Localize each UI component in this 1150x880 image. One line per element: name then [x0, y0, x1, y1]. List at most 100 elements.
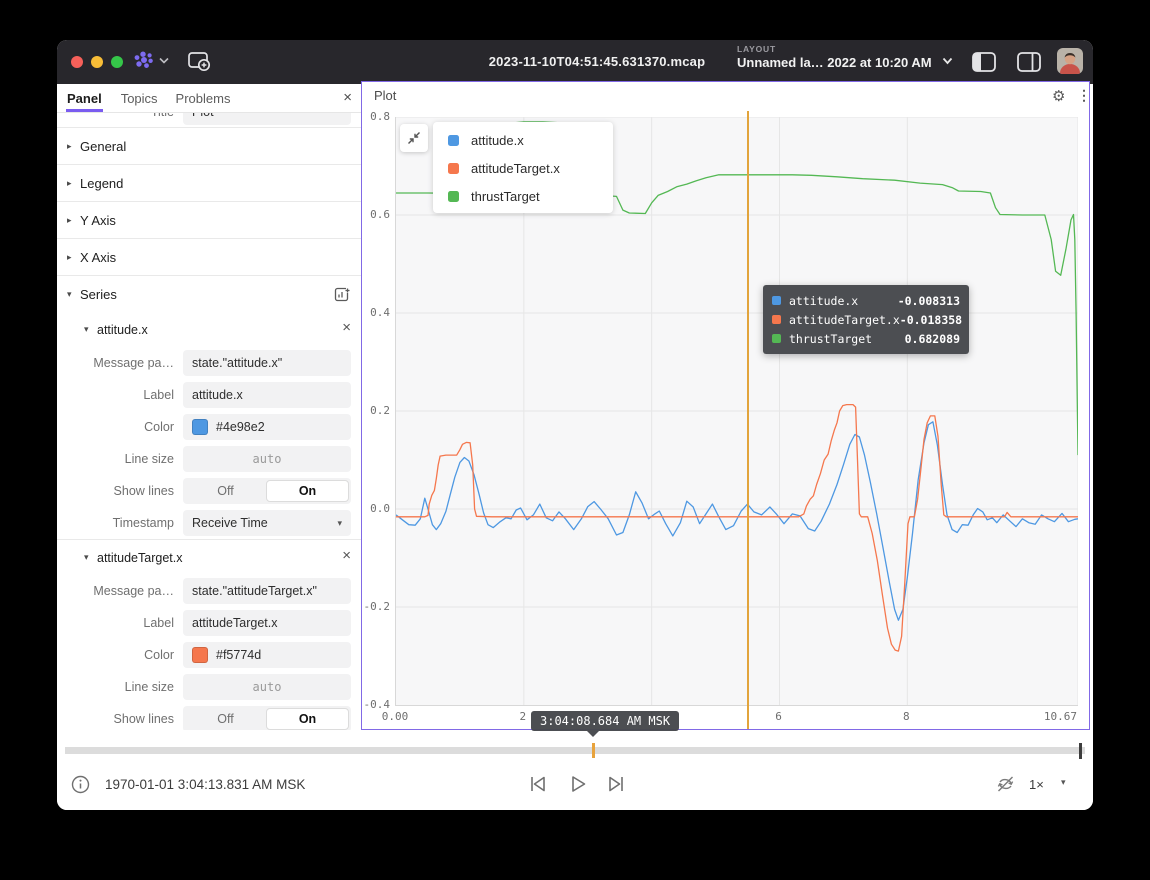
timeline-scrubber: [57, 730, 1093, 762]
message-path-input[interactable]: state."attitudeTarget.x": [183, 578, 351, 604]
add-series-icon[interactable]: [334, 285, 351, 307]
scrubber-hover-marker[interactable]: [592, 743, 595, 758]
title-field-input[interactable]: Plot: [183, 113, 351, 125]
sidebar-tabbar: Panel Topics Problems ×: [57, 84, 361, 113]
loop-playback-disabled-icon[interactable]: [995, 774, 1016, 799]
chevron-down-icon[interactable]: ▾: [1061, 777, 1066, 788]
field-message-path: Message pa… state."attitude.x": [57, 347, 361, 379]
plot-panel: Plot ⚙ ⋮ 0.80.60.40.20.0-0.2-0.4 0.00246…: [361, 81, 1090, 730]
chevron-down-icon: [942, 57, 953, 65]
timestamp-select[interactable]: Receive Time ▾: [183, 510, 351, 536]
user-avatar[interactable]: [1057, 48, 1083, 74]
label-input[interactable]: attitudeTarget.x: [183, 610, 351, 636]
playback-speed[interactable]: 1×: [1029, 777, 1044, 792]
tooltip-row: thrustTarget 0.682089: [772, 329, 960, 348]
field-show-lines: Show lines Off On: [57, 475, 361, 507]
collapsed-triangle-icon: ▸: [67, 252, 77, 263]
plot-panel-header[interactable]: Plot ⚙ ⋮: [362, 82, 1089, 110]
fullscreen-window-button[interactable]: [111, 56, 123, 68]
current-timestamp[interactable]: 1970-01-01 3:04:13.831 AM MSK: [105, 777, 305, 792]
left-sidebar-toggle-button[interactable]: [971, 51, 997, 73]
chevron-down-icon: ▾: [337, 518, 342, 529]
expanded-triangle-icon: ▾: [67, 289, 77, 300]
title-field-label: Title: [57, 113, 174, 119]
collapse-arrows-icon: [407, 131, 421, 145]
field-label: Label attitudeTarget.x: [57, 607, 361, 639]
legend-item-attitude-target-x[interactable]: attitudeTarget.x: [433, 154, 613, 182]
tab-topics[interactable]: Topics: [121, 84, 158, 112]
hover-value-tooltip: attitude.x -0.008313 attitudeTarget.x -0…: [763, 285, 969, 354]
chevron-down-icon: [159, 57, 169, 64]
plot-panel-title: Plot: [374, 88, 396, 103]
color-swatch[interactable]: [192, 647, 208, 663]
field-color: Color #f5774d: [57, 639, 361, 671]
field-line-size: Line size auto: [57, 671, 361, 703]
data-source-info-button[interactable]: [71, 775, 90, 799]
panel-settings-gear-icon[interactable]: ⚙: [1052, 87, 1065, 105]
tooltip-row: attitude.x -0.008313: [772, 291, 960, 310]
right-sidebar-toggle-button[interactable]: [1016, 51, 1042, 73]
message-path-input[interactable]: state."attitude.x": [183, 350, 351, 376]
show-lines-on[interactable]: On: [266, 708, 349, 730]
series-color-chip: [448, 191, 459, 202]
show-lines-off[interactable]: Off: [185, 708, 266, 730]
field-label: Label attitude.x: [57, 379, 361, 411]
tooltip-row: attitudeTarget.x -0.018358: [772, 310, 960, 329]
section-y-axis[interactable]: ▸ Y Axis: [57, 202, 361, 239]
panel-menu-kebab-icon[interactable]: ⋮: [1077, 87, 1091, 104]
collapsed-triangle-icon: ▸: [67, 141, 77, 152]
scrubber-track[interactable]: [65, 747, 1085, 754]
field-color: Color #4e98e2: [57, 411, 361, 443]
color-input[interactable]: #f5774d: [183, 642, 351, 668]
field-line-size: Line size auto: [57, 443, 361, 475]
scrubber-position-marker[interactable]: [1079, 743, 1082, 759]
remove-series-icon[interactable]: ×: [342, 320, 351, 335]
close-sidebar-icon[interactable]: ×: [343, 89, 352, 106]
section-series[interactable]: ▾ Series: [57, 276, 361, 312]
collapsed-triangle-icon: ▸: [67, 178, 77, 189]
scrubber-time-tooltip: 3:04:08.684 AM MSK: [531, 711, 679, 731]
series-item-attitude-x[interactable]: ▾ attitude.x ×: [57, 312, 361, 347]
show-lines-off[interactable]: Off: [185, 480, 266, 502]
foxglove-logo-icon: [133, 51, 155, 69]
color-swatch[interactable]: [192, 419, 208, 435]
playhead-line[interactable]: [747, 111, 749, 729]
expanded-triangle-icon: ▾: [84, 552, 94, 563]
label-input[interactable]: attitude.x: [183, 382, 351, 408]
show-lines-toggle: Off On: [183, 706, 351, 732]
series-color-chip: [448, 135, 459, 146]
show-lines-toggle: Off On: [183, 478, 351, 504]
color-input[interactable]: #4e98e2: [183, 414, 351, 440]
titlebar: 2023-11-10T04:51:45.631370.mcap LAYOUT U…: [57, 40, 1093, 84]
seek-backward-button[interactable]: [528, 773, 548, 800]
field-message-path: Message pa… state."attitudeTarget.x": [57, 575, 361, 607]
series-item-attitude-target-x[interactable]: ▾ attitudeTarget.x ×: [57, 539, 361, 575]
legend-item-thrust-target[interactable]: thrustTarget: [433, 182, 613, 210]
plot-legend: attitude.x attitudeTarget.x thrustTarget: [433, 122, 613, 213]
remove-series-icon[interactable]: ×: [342, 548, 351, 563]
series-color-chip: [772, 334, 781, 343]
section-general[interactable]: ▸ General: [57, 128, 361, 165]
data-source-title[interactable]: 2023-11-10T04:51:45.631370.mcap: [417, 54, 777, 69]
section-legend[interactable]: ▸ Legend: [57, 165, 361, 202]
section-x-axis[interactable]: ▸ X Axis: [57, 239, 361, 276]
show-lines-on[interactable]: On: [266, 480, 349, 502]
layout-menu-button[interactable]: LAYOUT Unnamed la… 2022 at 10:20 AM: [737, 44, 953, 70]
line-size-input[interactable]: auto: [183, 674, 351, 700]
legend-item-attitude-x[interactable]: attitude.x: [433, 126, 613, 154]
minimize-window-button[interactable]: [91, 56, 103, 68]
tab-problems[interactable]: Problems: [176, 84, 231, 112]
tab-panel[interactable]: Panel: [66, 84, 103, 112]
collapsed-triangle-icon: ▸: [67, 215, 77, 226]
collapse-legend-button[interactable]: [400, 124, 428, 152]
play-button[interactable]: [568, 773, 588, 800]
app-window: 2023-11-10T04:51:45.631370.mcap LAYOUT U…: [57, 40, 1093, 810]
settings-sidebar: Panel Topics Problems × Title Plot ▸ Gen…: [57, 84, 361, 730]
app-menu-button[interactable]: [133, 51, 169, 69]
add-panel-button[interactable]: [187, 50, 211, 77]
title-field-row-clipped: Title Plot: [57, 113, 361, 128]
close-window-button[interactable]: [71, 56, 83, 68]
line-size-input[interactable]: auto: [183, 446, 351, 472]
field-timestamp: Timestamp Receive Time ▾: [57, 507, 361, 539]
seek-forward-button[interactable]: [606, 773, 626, 800]
